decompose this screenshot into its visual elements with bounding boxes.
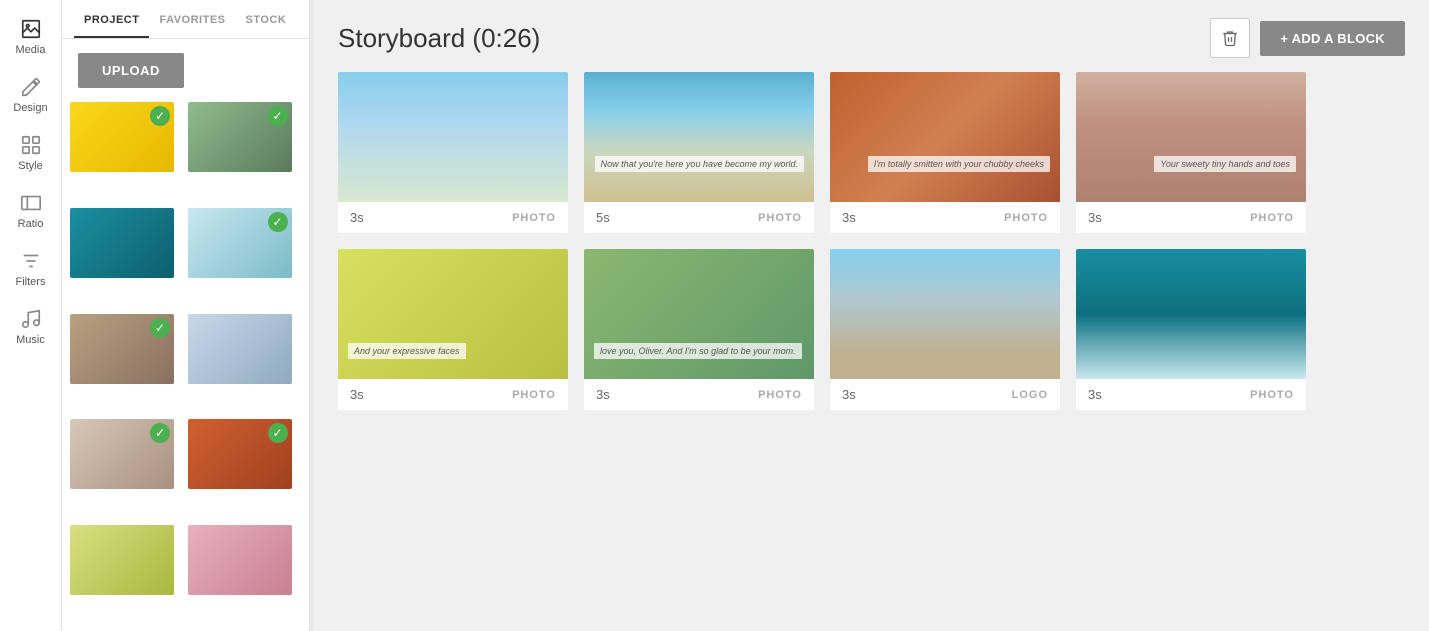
filters-label: Filters — [16, 276, 46, 288]
story-overlay-3: I'm totally smitten with your chubby che… — [868, 156, 1050, 172]
story-block-7[interactable]: 3s LOGO — [830, 249, 1060, 410]
left-panel-tabs: PROJECT FAVORITES STOCK — [62, 0, 309, 39]
selected-check: ✓ — [150, 106, 170, 126]
icon-bar: Media Design Style Ratio Filters — [0, 0, 62, 631]
storyboard: 3s PHOTO Now that you're here you have b… — [314, 72, 1429, 631]
delete-button[interactable] — [1210, 18, 1250, 58]
story-type-2: PHOTO — [758, 212, 802, 224]
story-type-4: PHOTO — [1250, 212, 1294, 224]
sidebar-item-ratio[interactable]: Ratio — [0, 182, 61, 240]
storyboard-row-2: And your expressive faces 3s PHOTO love … — [338, 249, 1405, 410]
story-duration-8: 3s — [1088, 387, 1102, 402]
story-info-3: 3s PHOTO — [830, 202, 1060, 233]
story-block-3[interactable]: I'm totally smitten with your chubby che… — [830, 72, 1060, 233]
story-info-6: 3s PHOTO — [584, 379, 814, 410]
selected-check: ✓ — [268, 423, 288, 443]
story-info-8: 3s PHOTO — [1076, 379, 1306, 410]
sidebar-item-filters[interactable]: Filters — [0, 240, 61, 298]
story-block-2[interactable]: Now that you're here you have become my … — [584, 72, 814, 233]
selected-check: ✓ — [268, 212, 288, 232]
left-panel: PROJECT FAVORITES STOCK UPLOAD ✓ ✓ ✓ ✓ ✓… — [62, 0, 310, 631]
story-image-6: love you, Oliver. And I'm so glad to be … — [584, 249, 814, 379]
story-image-7 — [830, 249, 1060, 379]
header-actions: + ADD A BLOCK — [1210, 18, 1405, 58]
story-duration-6: 3s — [596, 387, 610, 402]
story-image-8 — [1076, 249, 1306, 379]
style-icon — [20, 134, 42, 156]
story-info-4: 3s PHOTO — [1076, 202, 1306, 233]
list-item[interactable] — [70, 208, 174, 278]
story-image-5: And your expressive faces — [338, 249, 568, 379]
selected-check: ✓ — [150, 423, 170, 443]
page-title: Storyboard (0:26) — [338, 23, 540, 54]
story-info-1: 3s PHOTO — [338, 202, 568, 233]
list-item[interactable]: ✓ — [188, 102, 292, 172]
list-item[interactable] — [188, 525, 292, 595]
story-type-1: PHOTO — [512, 212, 556, 224]
story-block-4[interactable]: Your sweety tiny hands and toes 3s PHOTO — [1076, 72, 1306, 233]
story-image-4: Your sweety tiny hands and toes — [1076, 72, 1306, 202]
list-item[interactable]: ✓ — [70, 102, 174, 172]
ratio-label: Ratio — [18, 218, 44, 230]
sidebar-item-style[interactable]: Style — [0, 124, 61, 182]
story-duration-1: 3s — [350, 210, 364, 225]
music-icon — [20, 308, 42, 330]
list-item[interactable]: ✓ — [188, 208, 292, 278]
sidebar-item-music[interactable]: Music — [0, 298, 61, 356]
story-block-6[interactable]: love you, Oliver. And I'm so glad to be … — [584, 249, 814, 410]
sidebar-item-design[interactable]: Design — [0, 66, 61, 124]
tab-favorites[interactable]: FAVORITES — [149, 0, 235, 38]
story-info-7: 3s LOGO — [830, 379, 1060, 410]
ratio-icon — [20, 192, 42, 214]
filters-icon — [20, 250, 42, 272]
list-item[interactable]: ✓ — [70, 419, 174, 489]
music-label: Music — [16, 334, 45, 346]
main-content: Storyboard (0:26) + ADD A BLOCK 3s PHOTO — [314, 0, 1429, 631]
story-duration-2: 5s — [596, 210, 610, 225]
story-type-5: PHOTO — [512, 389, 556, 401]
story-duration-3: 3s — [842, 210, 856, 225]
story-type-7: LOGO — [1012, 389, 1048, 401]
story-block-1[interactable]: 3s PHOTO — [338, 72, 568, 233]
story-overlay-4: Your sweety tiny hands and toes — [1154, 156, 1296, 172]
upload-area: UPLOAD — [62, 39, 309, 98]
story-image-1 — [338, 72, 568, 202]
selected-check: ✓ — [150, 318, 170, 338]
tab-stock[interactable]: STOCK — [236, 0, 297, 38]
story-duration-7: 3s — [842, 387, 856, 402]
list-item[interactable]: ✓ — [70, 314, 174, 384]
tab-project[interactable]: PROJECT — [74, 0, 149, 38]
style-label: Style — [18, 160, 42, 172]
list-item[interactable] — [188, 314, 292, 384]
story-duration-4: 3s — [1088, 210, 1102, 225]
story-info-2: 5s PHOTO — [584, 202, 814, 233]
story-duration-5: 3s — [350, 387, 364, 402]
story-overlay-5: And your expressive faces — [348, 343, 466, 359]
main-header: Storyboard (0:26) + ADD A BLOCK — [314, 0, 1429, 72]
sidebar-item-media[interactable]: Media — [0, 8, 61, 66]
story-overlay-2: Now that you're here you have become my … — [595, 156, 804, 172]
storyboard-row: 3s PHOTO Now that you're here you have b… — [338, 72, 1405, 233]
story-type-3: PHOTO — [1004, 212, 1048, 224]
media-grid: ✓ ✓ ✓ ✓ ✓ ✓ — [62, 98, 309, 631]
image-icon — [20, 18, 42, 40]
story-info-5: 3s PHOTO — [338, 379, 568, 410]
add-block-button[interactable]: + ADD A BLOCK — [1260, 21, 1405, 56]
upload-button[interactable]: UPLOAD — [78, 53, 184, 88]
media-label: Media — [16, 44, 46, 56]
story-block-8[interactable]: 3s PHOTO — [1076, 249, 1306, 410]
story-block-5[interactable]: And your expressive faces 3s PHOTO — [338, 249, 568, 410]
story-type-8: PHOTO — [1250, 389, 1294, 401]
story-overlay-6: love you, Oliver. And I'm so glad to be … — [594, 343, 802, 359]
list-item[interactable]: ✓ — [188, 419, 292, 489]
story-image-3: I'm totally smitten with your chubby che… — [830, 72, 1060, 202]
design-label: Design — [13, 102, 47, 114]
selected-check: ✓ — [268, 106, 288, 126]
design-icon — [20, 76, 42, 98]
story-image-2: Now that you're here you have become my … — [584, 72, 814, 202]
story-type-6: PHOTO — [758, 389, 802, 401]
trash-icon — [1221, 29, 1239, 47]
list-item[interactable] — [70, 525, 174, 595]
